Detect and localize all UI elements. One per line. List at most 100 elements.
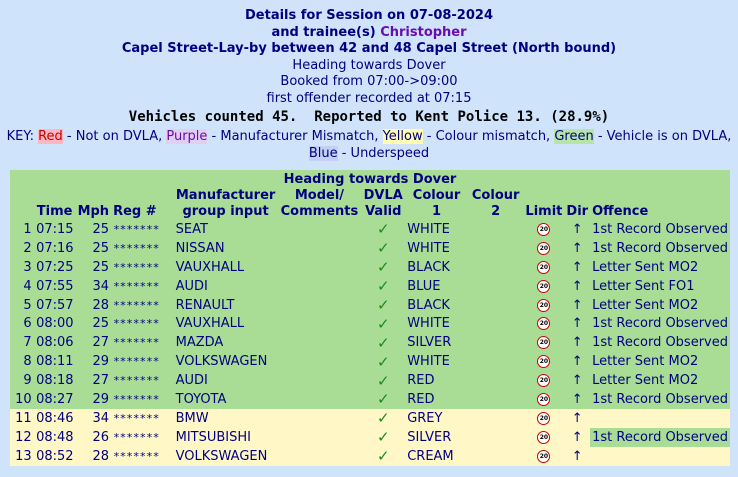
table-row[interactable]: 1 07:15 25 ******* SEAT ✓ WHITE 20 ↑ 1st Record O…: [10, 220, 730, 239]
row-manufacturer: RENAULT: [175, 297, 235, 313]
col-limit: Limit: [525, 204, 563, 219]
row-dvla-valid: ✓: [361, 333, 405, 352]
speed-limit-sign-icon: 20: [537, 336, 551, 350]
row-time: 07:16: [36, 240, 74, 256]
row-dvla-valid: ✓: [361, 409, 405, 428]
row-colour2: [468, 258, 524, 277]
row-offence: [590, 447, 730, 466]
table-row[interactable]: 7 08:06 27 ******* MAZDA ✓ SILVER 20 ↑ 1st Record…: [10, 333, 730, 353]
row-colour1: BLACK: [407, 259, 450, 275]
speed-limit-sign-icon: 20: [537, 241, 551, 255]
row-colour2: [468, 220, 524, 239]
row-direction: ↑: [571, 316, 583, 332]
col-offence: Offence: [592, 204, 649, 219]
speed-limit-sign-icon: 20: [537, 355, 551, 369]
row-colour1: WHITE: [407, 316, 450, 332]
row-index: 8: [23, 354, 32, 370]
col-index: [10, 188, 34, 220]
col-time: Time: [36, 204, 73, 219]
row-index: 11: [15, 410, 32, 426]
row-mph: 34: [92, 410, 110, 426]
table-row[interactable]: 11 08:46 34 ******* BMW ✓ GREY 20 ↑: [10, 408, 730, 428]
row-mph: 25: [92, 316, 110, 332]
row-limit: 20: [523, 447, 564, 466]
row-reg: *******: [113, 279, 160, 293]
table-row[interactable]: 3 07:25 25 ******* VAUXHALL ✓ BLACK 20 ↑ Letter S…: [10, 257, 730, 277]
row-limit: 20: [523, 277, 564, 296]
offences-table-wrap: Heading towards Dover Time Mph Reg # Man…: [10, 170, 730, 466]
row-time: 07:55: [36, 278, 74, 294]
row-offence: 1st Record Observed: [592, 335, 728, 351]
table-row[interactable]: 2 07:16 25 ******* NISSAN ✓ WHITE 20 ↑ 1st Record…: [10, 238, 730, 258]
row-limit: 20: [523, 333, 564, 352]
check-icon: ✓: [376, 296, 390, 314]
speed-limit-sign-icon: 20: [537, 298, 551, 312]
row-offence: 1st Record Observed: [590, 427, 730, 447]
row-mph: 28: [92, 297, 110, 313]
row-manufacturer: AUDI: [175, 373, 208, 389]
row-dvla-valid: ✓: [361, 371, 405, 390]
row-colour1: SILVER: [407, 335, 452, 351]
row-limit: 20: [523, 371, 564, 390]
speed-limit-sign-icon: 20: [537, 411, 551, 425]
row-colour1: CREAM: [407, 448, 454, 464]
key-red-desc: - Not on DVLA,: [62, 128, 167, 144]
table-header-row: Time Mph Reg # Manufacturer group input …: [10, 188, 730, 220]
row-index: 5: [23, 297, 32, 313]
key-yellow-desc: - Colour mismatch,: [422, 128, 555, 144]
key-prefix: KEY:: [6, 128, 34, 144]
table-row[interactable]: 4 07:55 34 ******* AUDI ✓ BLUE 20 ↑ Letter Sent F…: [10, 276, 730, 296]
row-index: 6: [23, 316, 32, 332]
row-colour2: [468, 296, 524, 315]
row-dvla-valid: ✓: [361, 352, 405, 371]
table-row[interactable]: 8 08:11 29 ******* VOLKSWAGEN ✓ WHITE 20 ↑ Letter…: [10, 352, 730, 372]
trainee-prefix: and trainee(s): [271, 24, 376, 40]
table-row[interactable]: 9 08:18 27 ******* AUDI ✓ RED 20 ↑ Letter Sent MO…: [10, 371, 730, 391]
row-direction: ↑: [571, 448, 583, 464]
trainee-name: Christopher: [380, 24, 467, 40]
row-direction: ↑: [571, 354, 583, 370]
table-row[interactable]: 13 08:52 28 ******* VOLKSWAGEN ✓ CREAM 20 ↑: [10, 446, 730, 466]
row-colour1: RED: [407, 373, 435, 389]
key-purple-desc: - Manufacturer Mismatch,: [207, 128, 383, 144]
row-reg: *******: [113, 392, 160, 406]
row-offence: 1st Record Observed: [592, 240, 728, 256]
row-time: 08:00: [36, 316, 74, 332]
row-model: [277, 427, 362, 447]
row-time: 08:46: [36, 410, 74, 426]
table-row[interactable]: 6 08:00 25 ******* VAUXHALL ✓ WHITE 20 ↑ 1st Reco…: [10, 314, 730, 334]
row-offence: Letter Sent MO2: [592, 297, 699, 313]
row-mph: 25: [92, 240, 110, 256]
table-row[interactable]: 10 08:27 29 ******* TOYOTA ✓ RED 20 ↑ 1st Record …: [10, 390, 730, 409]
row-direction: ↑: [571, 373, 583, 389]
key-red: Red: [38, 128, 63, 144]
row-time: 07:25: [36, 259, 74, 275]
row-offence: Letter Sent FO1: [592, 278, 695, 294]
row-reg: *******: [113, 411, 160, 425]
row-reg: *******: [113, 449, 160, 463]
table-row[interactable]: 5 07:57 28 ******* RENAULT ✓ BLACK 20 ↑ Letter Se…: [10, 295, 730, 315]
row-dvla-valid: ✓: [361, 277, 405, 296]
check-icon: ✓: [376, 333, 390, 352]
row-limit: 20: [523, 239, 564, 258]
speed-limit-sign-icon: 20: [537, 260, 551, 274]
row-colour2: [468, 239, 524, 258]
row-time: 08:11: [36, 354, 74, 370]
row-direction: ↑: [571, 240, 583, 256]
row-manufacturer: BMW: [175, 410, 209, 426]
row-time: 07:57: [36, 297, 74, 313]
session-title: Details for Session on 07-08-2024: [245, 8, 493, 23]
row-reg: *******: [113, 222, 160, 236]
offences-table: Heading towards Dover Time Mph Reg # Man…: [10, 170, 730, 466]
row-model: [278, 390, 362, 409]
row-colour2: [468, 277, 524, 296]
row-colour2: [468, 409, 524, 428]
table-row[interactable]: 12 08:48 26 ******* MITSUBISHI ✓ SILVER 20 ↑ 1st …: [10, 427, 730, 447]
col-colour2: Colour 2: [471, 188, 520, 219]
row-time: 08:06: [36, 335, 74, 351]
row-direction: ↑: [564, 427, 591, 447]
row-offence: Letter Sent MO2: [592, 354, 699, 370]
row-reg: *******: [113, 298, 160, 312]
key-green-desc: - Vehicle is on DVLA,: [593, 128, 732, 144]
row-reg: *******: [113, 317, 160, 331]
